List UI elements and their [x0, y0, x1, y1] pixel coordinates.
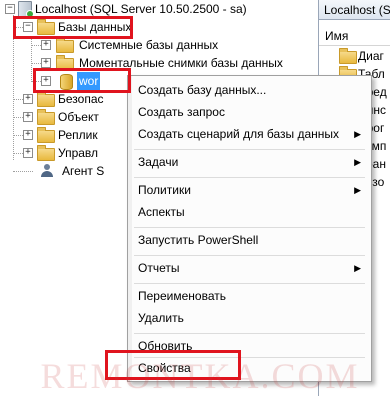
menu-item-rename[interactable]: Переименовать	[138, 286, 367, 306]
menu-item-label: Политики	[138, 183, 191, 197]
tree-node-databases[interactable]: − Базы данных	[0, 18, 318, 36]
folder-icon	[37, 127, 55, 143]
tree-node-server[interactable]: − Localhost (SQL Server 10.50.2500 - sa)	[0, 0, 318, 18]
menu-item-facets[interactable]: Аспекты	[138, 202, 367, 222]
menu-item-policies[interactable]: Политики ▶	[138, 180, 367, 200]
submenu-arrow-icon: ▶	[354, 129, 361, 139]
submenu-arrow-icon: ▶	[354, 185, 361, 195]
server-label: Localhost (SQL Server 10.50.2500 - sa)	[35, 2, 247, 16]
folder-icon	[37, 109, 55, 125]
menu-item-label: Аспекты	[138, 205, 185, 219]
server-icon	[18, 1, 34, 18]
menu-item-tasks[interactable]: Задачи ▶	[138, 152, 367, 172]
selected-database-label: wor	[77, 72, 101, 90]
collapse-icon[interactable]: −	[5, 4, 15, 14]
submenu-arrow-icon: ▶	[354, 157, 361, 167]
menu-separator	[134, 177, 365, 178]
menu-item-label: Удалить	[138, 311, 184, 325]
agent-icon	[40, 164, 54, 178]
menu-item-delete[interactable]: Удалить	[138, 308, 367, 328]
menu-item-script-database[interactable]: Создать сценарий для базы данных ▶	[138, 124, 367, 144]
menu-item-reports[interactable]: Отчеты ▶	[138, 258, 367, 278]
collapse-icon[interactable]: −	[23, 22, 33, 32]
menu-item-create-database[interactable]: Создать базу данных...	[138, 80, 367, 100]
management-label: Управл	[58, 146, 99, 160]
agent-label: Агент S	[62, 164, 105, 178]
menu-item-label: Создать сценарий для базы данных	[138, 127, 340, 141]
menu-item-label: Создать запрос	[138, 105, 225, 119]
tree-node-system-databases[interactable]: + Системные базы данных	[0, 36, 318, 54]
snapshots-label: Моментальные снимки базы данных	[79, 56, 283, 70]
expand-icon[interactable]: +	[23, 130, 33, 140]
menu-item-label: Обновить	[138, 339, 193, 353]
expand-icon[interactable]: +	[41, 58, 51, 68]
menu-separator	[134, 255, 365, 256]
folder-icon	[37, 19, 55, 35]
menu-item-properties[interactable]: Свойства	[138, 358, 367, 378]
details-tab[interactable]: Localhost (SQL	[319, 0, 390, 20]
menu-item-label: Переименовать	[138, 289, 226, 303]
databases-label: Базы данных	[58, 20, 132, 34]
column-header-name[interactable]: Имя	[319, 26, 390, 46]
menu-item-label: Создать базу данных...	[138, 83, 267, 97]
system-databases-label: Системные базы данных	[79, 38, 219, 52]
menu-item-label: Свойства	[138, 361, 191, 375]
list-item[interactable]: Диаг	[319, 47, 390, 65]
menu-item-new-query[interactable]: Создать запрос	[138, 102, 367, 122]
menu-separator	[134, 227, 365, 228]
folder-icon	[56, 37, 74, 53]
list-item-label: Диаг	[358, 49, 384, 63]
folder-icon	[37, 145, 55, 161]
security-label: Безопас	[58, 92, 104, 106]
menu-item-refresh[interactable]: Обновить	[138, 336, 367, 356]
menu-separator	[134, 283, 365, 284]
context-menu: Создать базу данных... Создать запрос Со…	[127, 75, 372, 382]
folder-icon	[37, 91, 55, 107]
replication-label: Реплик	[58, 128, 98, 142]
database-icon	[60, 74, 73, 90]
menu-separator	[134, 149, 365, 150]
expand-icon[interactable]: +	[41, 76, 51, 86]
expand-icon[interactable]: +	[23, 148, 33, 158]
tree-node-snapshots[interactable]: + Моментальные снимки базы данных	[0, 54, 318, 72]
submenu-arrow-icon: ▶	[354, 263, 361, 273]
menu-separator	[134, 333, 365, 334]
menu-item-label: Задачи	[138, 155, 179, 169]
expand-icon[interactable]: +	[41, 40, 51, 50]
folder-icon	[339, 48, 357, 64]
menu-item-label: Отчеты	[138, 261, 180, 275]
menu-item-label: Запустить PowerShell	[138, 233, 259, 247]
expand-icon[interactable]: +	[23, 94, 33, 104]
folder-icon	[56, 55, 74, 71]
server-objects-label: Объект	[58, 110, 99, 124]
menu-item-start-powershell[interactable]: Запустить PowerShell	[138, 230, 367, 250]
expand-icon[interactable]: +	[23, 112, 33, 122]
menu-gutter	[128, 76, 132, 381]
ssms-window: − Localhost (SQL Server 10.50.2500 - sa)…	[0, 0, 390, 396]
